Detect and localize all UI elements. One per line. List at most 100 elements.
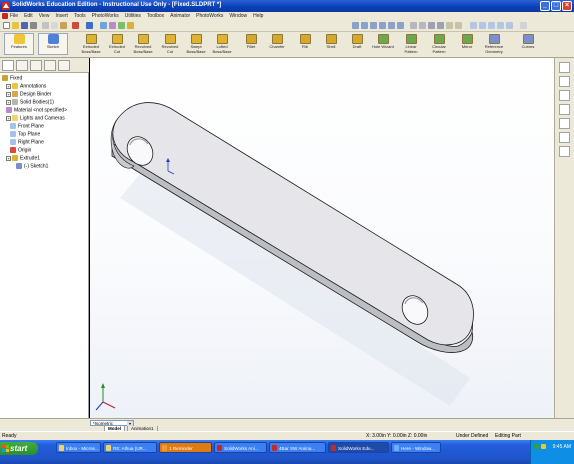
section-view-icon[interactable] [455, 22, 462, 29]
shaded-edges-icon[interactable] [428, 22, 435, 29]
rotate-icon[interactable] [388, 22, 395, 29]
copy-icon[interactable] [51, 22, 58, 29]
top-view-icon[interactable] [488, 22, 495, 29]
tab-features[interactable]: Features [4, 33, 34, 55]
shell-button[interactable]: Shell [318, 34, 344, 50]
taskbar-button[interactable]: 4Bar SW Anima... [269, 442, 326, 453]
menu-item[interactable]: Utilities [125, 13, 141, 19]
property-manager-tab[interactable] [16, 60, 28, 71]
zoom-area-icon[interactable] [361, 22, 368, 29]
minimize-button[interactable]: _ [540, 1, 550, 11]
mirror-button[interactable]: Mirror [454, 34, 480, 50]
feature-manager-tab[interactable] [2, 60, 14, 71]
appearances-icon[interactable] [559, 132, 570, 143]
rebuild-icon[interactable] [109, 22, 116, 29]
tree-root[interactable]: Fixed [2, 75, 22, 82]
help-icon[interactable] [127, 22, 134, 29]
tree-item[interactable]: Front Plane [10, 123, 44, 130]
tree-item[interactable]: + Extrude1 [6, 155, 40, 162]
menu-item[interactable]: File [10, 13, 18, 19]
tree-item[interactable]: Top Plane [10, 131, 40, 138]
file-explorer-icon[interactable] [559, 90, 570, 101]
paste-icon[interactable] [60, 22, 67, 29]
taskbar-button[interactable]: RE: Alhua (UR... [103, 442, 157, 453]
search-icon[interactable] [559, 104, 570, 115]
tab-sketch[interactable]: Sketch [38, 33, 68, 55]
menu-item[interactable]: Edit [24, 13, 33, 19]
reference-geometry-button[interactable]: Reference Geometry [481, 34, 507, 54]
start-button[interactable]: start [0, 442, 38, 455]
menu-item[interactable]: PhotoWorks [196, 13, 223, 19]
expand-icon[interactable]: + [6, 155, 11, 161]
view-palette-icon[interactable] [559, 118, 570, 129]
expand-icon[interactable]: + [6, 91, 11, 97]
delete-icon[interactable] [72, 22, 79, 29]
revolve-cut-button[interactable]: Revolved Cut [157, 34, 183, 54]
shaded-icon[interactable] [437, 22, 444, 29]
shadow-icon[interactable] [446, 22, 453, 29]
menu-item[interactable]: Toolbox [147, 13, 164, 19]
tree-item[interactable]: Material <not specified> [6, 107, 67, 114]
hidden-lines-icon[interactable] [419, 22, 426, 29]
part-model[interactable] [90, 58, 554, 418]
pan-icon[interactable] [397, 22, 404, 29]
chamfer-button[interactable]: Chamfer [264, 34, 290, 50]
revolve-boss-button[interactable]: Revolved Boss/Base [130, 34, 156, 54]
save-icon[interactable] [21, 22, 28, 29]
zoom-in-out-icon[interactable] [370, 22, 377, 29]
view-orientation-icon[interactable] [470, 22, 477, 29]
cut-icon[interactable] [42, 22, 49, 29]
undo-icon[interactable] [86, 22, 93, 29]
dimxpert-tab[interactable] [44, 60, 56, 71]
select-icon[interactable] [100, 22, 107, 29]
menu-item[interactable]: View [39, 13, 50, 19]
zoom-fit-icon[interactable] [352, 22, 359, 29]
menu-item[interactable]: Animator [170, 13, 190, 19]
extrude-boss-button[interactable]: Extruded Boss/Base [78, 34, 104, 54]
fillet-button[interactable]: Fillet [238, 34, 264, 50]
tree-item[interactable]: (-) Sketch1 [16, 163, 48, 170]
window-titlebar[interactable]: SolidWorks Education Edition - Instructi… [0, 0, 574, 12]
expand-icon[interactable]: + [6, 99, 11, 105]
graphics-area[interactable] [90, 58, 554, 418]
options-icon[interactable] [118, 22, 125, 29]
draft-button[interactable]: Draft [344, 34, 370, 50]
linear-pattern-button[interactable]: Linear Pattern [398, 34, 424, 54]
normal-to-icon[interactable] [520, 22, 527, 29]
curves-button[interactable]: Curves [515, 34, 541, 50]
front-view-icon[interactable] [479, 22, 486, 29]
expand-icon[interactable]: + [6, 115, 11, 121]
taskbar-button[interactable]: 1 Reminder [159, 442, 212, 453]
close-button[interactable]: × [562, 1, 572, 11]
taskbar-button[interactable]: Inbox - Micros... [56, 442, 101, 453]
rib-button[interactable]: Rib [292, 34, 318, 50]
configuration-manager-tab[interactable] [30, 60, 42, 71]
isometric-view-icon[interactable] [506, 22, 513, 29]
lofted-boss-button[interactable]: Lofted Boss/Base [209, 34, 235, 54]
display-manager-tab[interactable] [58, 60, 70, 71]
swept-boss-button[interactable]: Swept Boss/Base [183, 34, 209, 54]
menu-item[interactable]: Insert [55, 13, 68, 19]
print-icon[interactable] [30, 22, 37, 29]
tree-item[interactable]: + Lights and Cameras [6, 115, 65, 122]
taskbar-button[interactable]: SolidWorks Edu... [328, 442, 389, 453]
new-icon[interactable] [3, 22, 10, 29]
tree-item[interactable]: + Annotations [6, 83, 46, 90]
menu-item[interactable]: Tools [74, 13, 86, 19]
solidworks-resources-icon[interactable] [559, 62, 570, 73]
design-library-icon[interactable] [559, 76, 570, 87]
extrude-cut-button[interactable]: Extruded Cut [104, 34, 130, 54]
right-view-icon[interactable] [497, 22, 504, 29]
taskbar-button[interactable]: Here - Window... [391, 442, 441, 453]
open-icon[interactable] [12, 22, 19, 29]
expand-icon[interactable]: + [6, 83, 11, 89]
tree-item[interactable]: Origin [10, 147, 31, 154]
taskbar-button[interactable]: SolidWorks Ani... [214, 442, 267, 453]
menu-item[interactable]: Help [253, 13, 263, 19]
zoom-selection-icon[interactable] [379, 22, 386, 29]
maximize-button[interactable]: □ [551, 1, 561, 11]
custom-properties-icon[interactable] [559, 146, 570, 157]
menu-item[interactable]: Window [229, 13, 247, 19]
menu-item[interactable]: PhotoWorks [92, 13, 119, 19]
wireframe-icon[interactable] [410, 22, 417, 29]
